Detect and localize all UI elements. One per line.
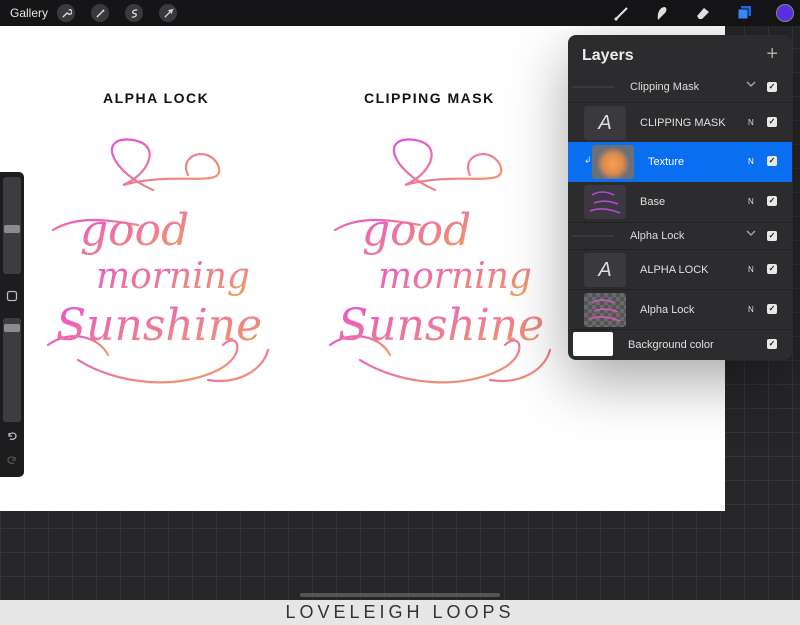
color-picker-button[interactable] <box>776 4 794 22</box>
chevron-down-icon[interactable] <box>746 79 756 92</box>
layer-row[interactable]: A ALPHA LOCK N ✓ <box>568 249 792 290</box>
layer-row[interactable]: Alpha Lock N ✓ <box>568 289 792 330</box>
visibility-checkbox[interactable]: ✓ <box>767 339 777 349</box>
lettering-good: good <box>362 205 471 256</box>
visibility-checkbox[interactable]: ✓ <box>767 304 777 314</box>
layer-group-row[interactable]: Clipping Mask ✓ <box>568 72 792 102</box>
selection-icon[interactable] <box>125 4 143 22</box>
text-layer-thumbnail: A <box>584 253 626 287</box>
blend-mode-label[interactable]: N <box>748 265 754 274</box>
layers-panel-title: Layers <box>582 47 634 64</box>
layers-icon[interactable] <box>735 3 755 23</box>
wrench-icon[interactable] <box>57 4 75 22</box>
visibility-checkbox[interactable]: ✓ <box>767 156 777 166</box>
redo-icon[interactable] <box>4 454 20 470</box>
visibility-checkbox[interactable]: ✓ <box>767 264 777 274</box>
layers-panel: Layers + Clipping Mask ✓ A CLIPPING MASK… <box>568 35 792 360</box>
eraser-icon[interactable] <box>693 3 713 23</box>
alpha-lock-caption: ALPHA LOCK <box>103 90 210 106</box>
smudge-icon[interactable] <box>652 3 672 23</box>
brush-opacity-slider[interactable] <box>3 318 21 422</box>
layer-row[interactable]: Base N ✓ <box>568 182 792 222</box>
lettering-morning: morning <box>96 256 250 297</box>
blend-mode-label[interactable]: N <box>748 197 754 206</box>
blend-mode-label[interactable]: N <box>748 305 754 314</box>
brush-sidebar <box>0 172 24 477</box>
chevron-down-icon[interactable] <box>746 228 756 241</box>
lettering-good: good <box>80 205 189 256</box>
top-toolbar: Gallery <box>0 0 800 26</box>
layer-name: ALPHA LOCK <box>640 264 709 276</box>
add-layer-plus-icon[interactable]: + <box>766 43 778 66</box>
visibility-checkbox[interactable]: ✓ <box>767 117 777 127</box>
footer-brand-text: LOVELEIGH LOOPS <box>285 602 515 622</box>
group-line <box>572 86 614 88</box>
home-indicator <box>300 593 500 597</box>
layer-group-label: Alpha Lock <box>630 230 685 242</box>
clipping-arrow-icon: ↲ <box>584 155 592 165</box>
layer-group-label: Clipping Mask <box>630 81 700 93</box>
layer-name: Base <box>640 196 666 208</box>
layer-group-row[interactable]: Alpha Lock ✓ <box>568 222 792 250</box>
layer-name: Background color <box>628 339 714 351</box>
brush-opacity-slider-thumb[interactable] <box>4 324 20 332</box>
texture-thumbnail <box>592 145 634 179</box>
blend-mode-label[interactable]: N <box>748 157 754 166</box>
layer-row-selected[interactable]: ↲ Texture N ✓ <box>568 142 792 182</box>
lettering-sunshine: Sunshine <box>56 300 262 351</box>
lettering-thumbnail <box>584 185 626 219</box>
layer-row[interactable]: A CLIPPING MASK N ✓ <box>568 102 792 143</box>
visibility-checkbox[interactable]: ✓ <box>767 196 777 206</box>
modify-square-icon[interactable] <box>4 290 20 306</box>
undo-icon[interactable] <box>4 430 20 446</box>
clipping-mask-caption: CLIPPING MASK <box>364 90 495 106</box>
alpha-lock-lettering-artwork: good morning Sunshine <box>46 138 270 384</box>
brush-icon[interactable] <box>612 3 632 23</box>
lettering-locked-thumbnail <box>584 293 626 327</box>
blend-mode-label[interactable]: N <box>748 118 754 127</box>
layer-name: Alpha Lock <box>640 304 695 316</box>
layer-name: CLIPPING MASK <box>640 117 726 129</box>
clipping-mask-lettering-artwork: good morning Sunshine <box>328 138 552 384</box>
gallery-button[interactable]: Gallery <box>10 6 48 20</box>
background-color-swatch[interactable] <box>573 332 613 356</box>
background-color-row[interactable]: Background color ✓ <box>568 329 792 360</box>
brush-size-slider-thumb[interactable] <box>4 225 20 233</box>
transform-arrow-icon[interactable] <box>159 4 177 22</box>
group-line <box>572 235 614 237</box>
visibility-checkbox[interactable]: ✓ <box>767 231 777 241</box>
visibility-checkbox[interactable]: ✓ <box>767 82 777 92</box>
footer-banner: LOVELEIGH LOOPS <box>0 600 800 625</box>
text-layer-thumbnail: A <box>584 106 626 140</box>
lettering-sunshine: Sunshine <box>338 300 544 351</box>
lettering-morning: morning <box>378 256 532 297</box>
brush-size-slider[interactable] <box>3 177 21 274</box>
magic-wand-icon[interactable] <box>91 4 109 22</box>
layer-name: Texture <box>648 156 685 168</box>
